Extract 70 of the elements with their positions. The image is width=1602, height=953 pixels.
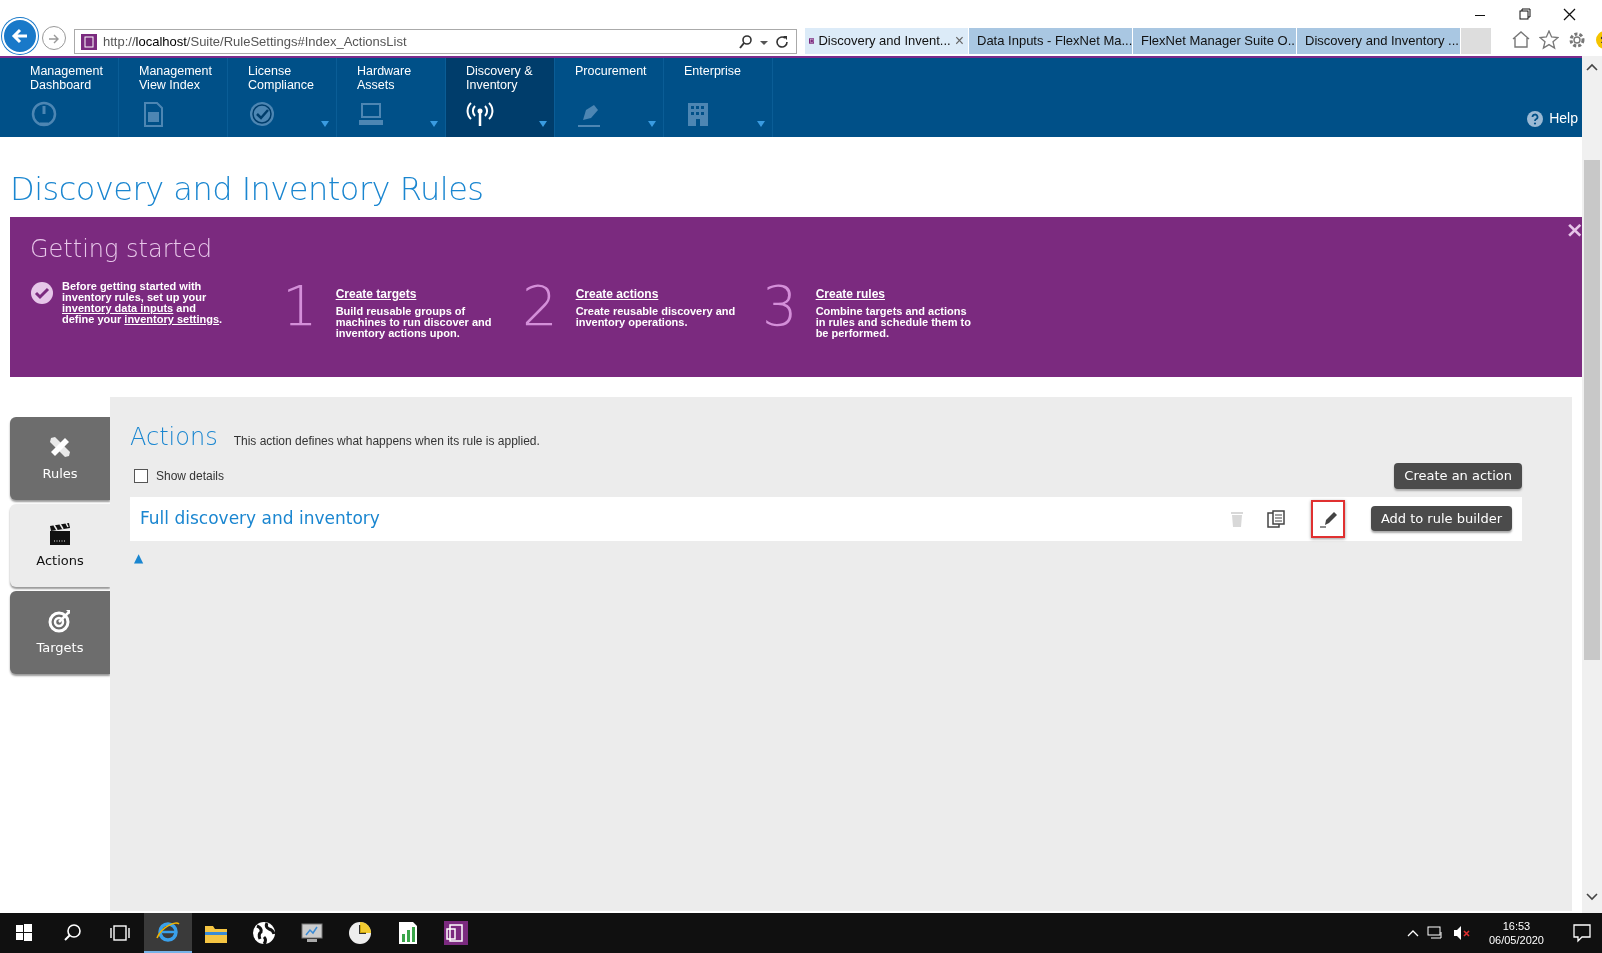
pencil-icon[interactable] [1318,509,1337,528]
checkmark-icon [248,100,276,128]
close-button[interactable] [1561,6,1578,23]
clock-icon [346,919,374,947]
side-tab[interactable]: Rules [10,417,110,500]
step-link[interactable]: Create rules [815,289,885,300]
forward-button[interactable] [42,26,66,50]
tab-title: Discovery and Inventory ... [1305,32,1459,51]
search-icon[interactable] [738,33,754,50]
side-tab[interactable]: Actions [10,504,110,587]
nav-item[interactable]: Management Dashboard [10,58,119,137]
side-tab[interactable]: Targets [10,591,110,674]
gauge-icon [30,100,58,128]
close-button[interactable]: × [1565,219,1584,241]
clock-time: 16:53 [1501,919,1532,933]
browser-tab[interactable]: FlexNet Manager Suite O... [1133,28,1297,54]
favorites-icon[interactable] [1539,30,1559,50]
nav-item[interactable]: Enterprise [664,58,773,137]
copy-icon[interactable] [1266,509,1285,528]
browser-tab[interactable]: Discovery and Inventory ... [1297,28,1461,54]
antenna-icon [466,100,494,128]
computer-icon [357,100,385,128]
tab-title: Data Inputs - FlexNet Ma... [977,32,1132,51]
browser-tab[interactable]: Data Inputs - FlexNet Ma... [969,28,1133,54]
step-link[interactable]: Create targets [335,289,417,300]
checkbox[interactable] [134,468,148,483]
help-link[interactable]: Help [1527,108,1578,129]
section-description: This action defines what happens when its rule is applied. [233,433,540,450]
scrollbar[interactable] [1582,56,1602,913]
nav-item[interactable]: License Compliance [228,58,337,137]
close-tab-button[interactable]: × [954,29,964,53]
nav-item[interactable]: Management View Index [119,58,228,137]
section-heading: Actions [130,422,218,453]
restore-button[interactable] [1516,6,1533,23]
tab-title: FlexNet Manager Suite O... [1141,32,1296,51]
network-icon[interactable] [1426,925,1445,941]
step-description: Create reusable discovery and inventory operations. [575,306,736,328]
action-name[interactable]: Full discovery and inventory [140,505,1229,532]
nav-item[interactable]: Discovery & Inventory [446,58,555,137]
back-button[interactable] [2,18,38,54]
url-text: http://localhost/Suite/RuleSettings#Index_ActionsList [103,32,408,51]
inline-link[interactable]: inventory data inputs [62,302,174,314]
muted-speaker-icon[interactable] [1452,925,1471,941]
tab-title: Discovery and Invent... [818,32,951,51]
dropdown-icon[interactable] [539,121,547,127]
chevron-up-icon[interactable] [1406,928,1419,938]
globe-icon [250,919,278,947]
refresh-icon[interactable] [774,33,790,50]
checkmark-icon [30,281,54,305]
target-icon [47,607,73,634]
create-action-button[interactable]: Create an action [1394,463,1522,489]
step-link[interactable]: Create actions [575,289,659,300]
home-icon[interactable] [1511,30,1531,50]
step-description: Combine targets and actions in rules and schedule them to be performed. [815,306,972,339]
clock-date: 06/05/2020 [1488,933,1544,947]
add-to-rule-builder-button[interactable]: Add to rule builder [1370,505,1512,532]
step-description: Build reusable groups of machines to run discover and inventory actions upon. [335,306,493,339]
settings-icon[interactable] [1567,30,1587,50]
page-title: Discovery and Inventory Rules [10,169,485,210]
browser-tab[interactable]: Discovery and Invent... × [805,28,969,54]
panel-title: Getting started [30,234,213,265]
checkbox-label: Show details [156,467,225,485]
nav-item[interactable]: Procurement [555,58,664,137]
address-bar[interactable]: http://localhost/Suite/RuleSettings#Index_ActionsList [74,29,797,54]
help-icon [1527,110,1544,127]
step-number: 3 [762,281,798,339]
intro-text: Before getting started with inventory rules, set up your inventory data inputs and define your inventory settings. [62,281,224,327]
step-number: 2 [522,281,558,339]
clapperboard-icon [47,520,73,547]
step-number: 1 [282,281,318,339]
